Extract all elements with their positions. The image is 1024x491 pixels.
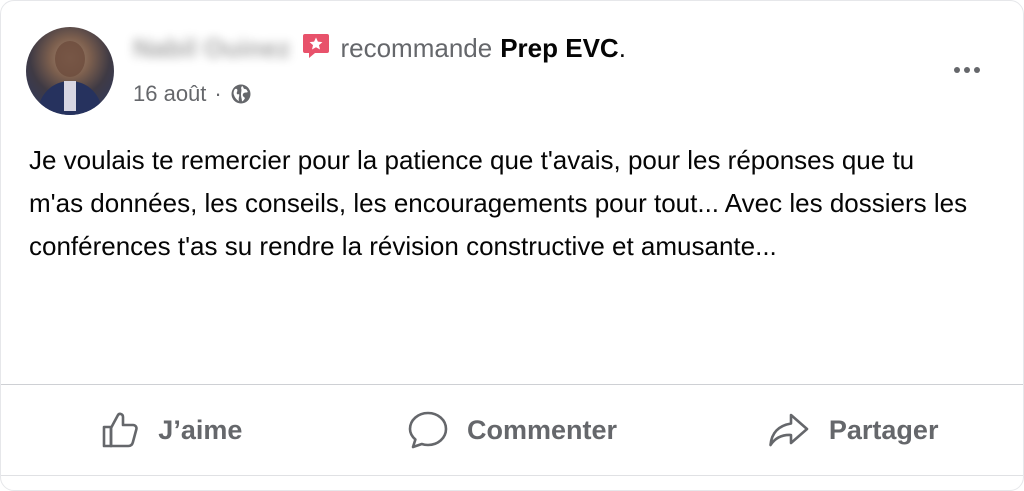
recommend-text: recommande (340, 33, 493, 63)
page-name-link[interactable]: Prep EVC (500, 31, 619, 65)
share-label: Partager (828, 414, 939, 445)
post-actions-bar: J’aime Commenter Partager (1, 385, 1023, 475)
share-arrow-icon (769, 413, 809, 447)
more-options-button[interactable] (947, 53, 987, 85)
more-options-icon (954, 60, 980, 78)
post-header: Nabil Ouinez recommande Prep EVC . 16 ao… (1, 1, 1023, 131)
post-card: Nabil Ouinez recommande Prep EVC . 16 ao… (0, 0, 1024, 491)
avatar-face (55, 41, 85, 77)
actions-divider-bottom (1, 475, 1023, 476)
share-button[interactable]: Partager (682, 385, 1023, 475)
title-period: . (618, 33, 626, 63)
comment-label: Commenter (466, 414, 618, 445)
comment-button[interactable]: Commenter (342, 385, 683, 475)
thumbs-up-icon (102, 412, 139, 448)
post-title-line: Nabil Ouinez recommande Prep EVC . (133, 31, 626, 65)
avatar[interactable] (26, 27, 114, 115)
post-date[interactable]: 16 août (133, 79, 206, 109)
globe-icon[interactable] (230, 83, 252, 105)
like-label: J’aime (158, 414, 243, 445)
author-name[interactable]: Nabil Ouinez (133, 31, 290, 65)
like-button[interactable]: J’aime (1, 385, 342, 475)
comment-bubble-icon (408, 411, 448, 449)
post-meta: 16 août · (133, 79, 252, 109)
recommend-star-icon (302, 32, 330, 60)
meta-separator: · (214, 81, 222, 106)
avatar-shirt (64, 81, 76, 111)
post-body-text: Je voulais te remercier pour la patience… (29, 145, 968, 261)
